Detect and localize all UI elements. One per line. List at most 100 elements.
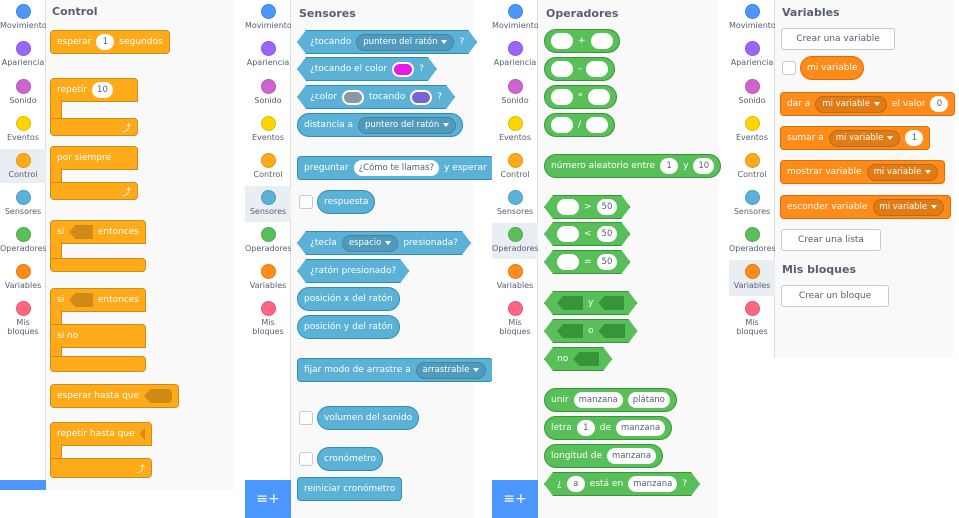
reset-timer-block[interactable]: reiniciar cronómetro [297, 477, 403, 501]
distance-dropdown[interactable]: puntero del ratón [358, 116, 457, 134]
join-second-input[interactable]: plátano [627, 392, 670, 408]
distance-block[interactable]: distancia a puntero del ratón [297, 113, 464, 137]
join-first-input[interactable]: manzana [573, 392, 623, 408]
or-block[interactable]: o [544, 319, 638, 343]
category-sensing[interactable]: Sensores [0, 190, 46, 216]
category-sound[interactable]: Sonido [0, 79, 46, 105]
category-variables[interactable]: Variables [0, 264, 46, 290]
category-operators[interactable]: Operadores [492, 223, 539, 259]
condition-slot[interactable] [69, 225, 93, 239]
category-motion[interactable]: Movimiento [245, 4, 292, 30]
condition-slot[interactable] [69, 293, 93, 307]
category-my-blocks[interactable]: Mis bloques [492, 301, 538, 336]
ask-block[interactable]: preguntar ¿Cómo te llamas? y esperar [297, 156, 494, 180]
greater-than-block[interactable]: > 50 [544, 195, 630, 219]
make-block-button[interactable]: Crear un bloque [781, 285, 889, 307]
category-sensing[interactable]: Sensores [492, 190, 538, 216]
letter-of-block[interactable]: letra 1 de manzana [544, 416, 673, 440]
operand-input[interactable] [557, 254, 579, 270]
color-swatch[interactable] [410, 90, 432, 105]
set-variable-block[interactable]: dar a mi variable el valor 0 [780, 92, 956, 116]
category-sound[interactable]: Sonido [492, 79, 538, 105]
condition-slot[interactable] [144, 389, 173, 403]
operand-input[interactable] [557, 199, 579, 215]
touching-color-block[interactable]: ¿tocando el color ? [297, 57, 437, 81]
contains-block[interactable]: ¿ a está en manzana ? [544, 472, 700, 496]
category-my-blocks[interactable]: Mis bloques [0, 301, 46, 336]
color-touching-color-block[interactable]: ¿color tocando ? [297, 85, 455, 109]
ask-question-input[interactable]: ¿Cómo te llamas? [353, 160, 440, 176]
condition-slot[interactable] [557, 324, 583, 338]
key-pressed-block[interactable]: ¿tecla espacio presionada? [297, 231, 471, 255]
touching-block[interactable]: ¿tocando puntero del ratón ? [297, 30, 477, 54]
category-variables[interactable]: Variables [245, 264, 291, 290]
operand-input[interactable] [551, 61, 573, 77]
answer-block[interactable]: respuesta [317, 190, 376, 214]
condition-slot[interactable] [573, 352, 599, 366]
and-block[interactable]: y [544, 291, 637, 315]
operand-input[interactable] [551, 33, 573, 49]
operand-input[interactable] [551, 117, 573, 133]
random-from-input[interactable]: 1 [660, 158, 679, 174]
equals-block[interactable]: = 50 [544, 250, 630, 274]
wait-until-block[interactable]: esperar hasta que [50, 384, 180, 408]
change-variable-block[interactable]: sumar a mi variable 1 [780, 126, 931, 150]
category-control[interactable]: Control [492, 153, 538, 179]
category-sound[interactable]: Sonido [245, 79, 291, 105]
loudness-checkbox[interactable] [299, 411, 313, 425]
category-events[interactable]: Eventos [0, 116, 46, 142]
key-dropdown[interactable]: espacio [342, 235, 399, 252]
repeat-count-input[interactable]: 10 [92, 82, 113, 98]
operand-input[interactable] [586, 117, 609, 133]
extensions-button[interactable]: ≡+ [245, 480, 291, 518]
show-variable-block[interactable]: mostrar variable mi variable [780, 160, 946, 184]
make-list-button[interactable]: Crear una lista [781, 229, 881, 251]
category-looks[interactable]: Apariencia [729, 41, 775, 67]
join-block[interactable]: unir manzana plátano [544, 388, 677, 412]
color-swatch[interactable] [392, 62, 414, 77]
extensions-button[interactable]: ≡+ [492, 480, 538, 518]
subtract-block[interactable]: - [544, 57, 616, 81]
my-variable-checkbox[interactable] [782, 61, 796, 75]
touching-dropdown[interactable]: puntero del ratón [356, 34, 454, 51]
random-block[interactable]: número aleatorio entre 1 y 10 [544, 154, 722, 178]
category-motion[interactable]: Movimiento [492, 4, 539, 30]
condition-slot[interactable] [557, 296, 583, 310]
condition-slot[interactable] [599, 324, 625, 338]
loudness-block[interactable]: volumen del sonido [317, 406, 420, 430]
operand-input[interactable] [587, 89, 610, 105]
category-looks[interactable]: Apariencia [492, 41, 538, 67]
condition-slot[interactable] [598, 296, 624, 310]
category-motion[interactable]: Movimiento [729, 4, 776, 30]
category-looks[interactable]: Apariencia [0, 41, 46, 67]
wait-block[interactable]: esperar 1 segundos [50, 30, 170, 54]
category-events[interactable]: Eventos [729, 116, 775, 142]
category-variables[interactable]: Variables [729, 260, 775, 296]
timer-checkbox[interactable] [299, 452, 313, 466]
variable-dropdown[interactable]: mi variable [815, 95, 887, 113]
category-operators[interactable]: Operadores [0, 227, 47, 253]
answer-checkbox[interactable] [299, 195, 313, 209]
variable-dropdown[interactable]: mi variable [872, 198, 945, 216]
category-sensing[interactable]: Sensores [245, 186, 291, 222]
letter-index-input[interactable]: 1 [576, 420, 595, 436]
my-variable-reporter[interactable]: mi variable [800, 56, 865, 80]
multiply-block[interactable]: * [544, 85, 617, 109]
letter-word-input[interactable]: manzana [616, 420, 666, 436]
category-operators[interactable]: Operadores [729, 227, 776, 253]
operand-input[interactable] [551, 89, 573, 105]
set-value-input[interactable]: 0 [930, 96, 949, 112]
wait-seconds-input[interactable]: 1 [96, 34, 115, 50]
hide-variable-block[interactable]: esconder variable mi variable [780, 195, 952, 219]
mouse-y-block[interactable]: posición y del ratón [297, 315, 400, 339]
not-block[interactable]: no [544, 347, 612, 371]
category-control[interactable]: Control [0, 149, 46, 183]
category-my-blocks[interactable]: Mis bloques [729, 301, 775, 336]
add-block[interactable]: + [544, 29, 620, 53]
category-control[interactable]: Control [245, 153, 291, 179]
operand-input[interactable]: 50 [597, 199, 618, 215]
operand-input[interactable]: 50 [597, 254, 618, 270]
operand-input[interactable] [590, 33, 613, 49]
operand-input[interactable] [586, 61, 609, 77]
length-word-input[interactable]: manzana [606, 448, 657, 464]
